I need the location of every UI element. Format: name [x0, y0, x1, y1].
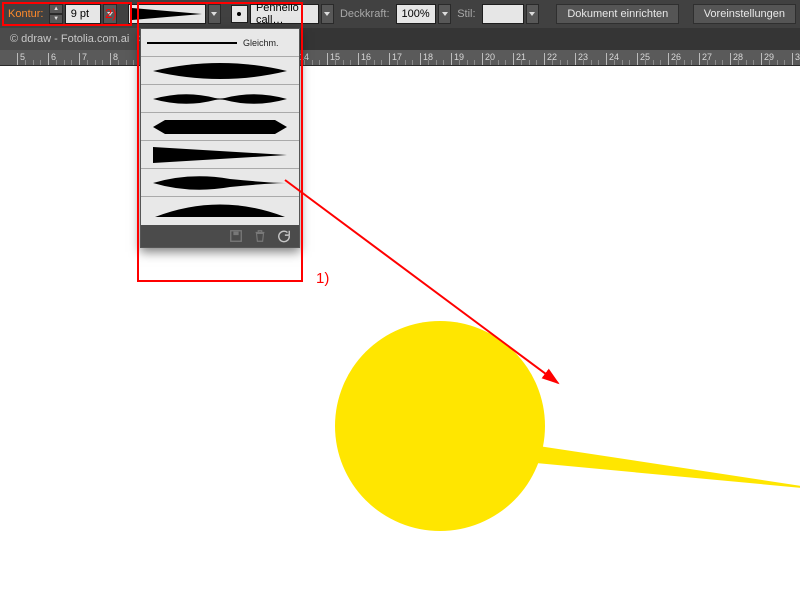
- brush-name-dropdown[interactable]: [321, 4, 334, 24]
- brush-panel-footer: [141, 225, 299, 247]
- canvas[interactable]: [0, 66, 800, 600]
- save-icon[interactable]: [229, 229, 243, 243]
- stroke-size-field[interactable]: 9 pt: [65, 4, 102, 24]
- brush-profile-panel: Gleichm.: [140, 28, 300, 248]
- ruler-tick: 17: [389, 53, 390, 65]
- brush-option-wedge[interactable]: [141, 141, 299, 169]
- brush-option-bowtie[interactable]: [141, 85, 299, 113]
- ruler-tick: 27: [699, 53, 700, 65]
- opacity-dropdown[interactable]: [438, 4, 451, 24]
- brush-option-uniform[interactable]: Gleichm.: [141, 29, 299, 57]
- ruler-tick: 20: [482, 53, 483, 65]
- document-tab[interactable]: © ddraw - Fotolia.com.ai ✕: [0, 28, 157, 50]
- ruler-tick: 8: [110, 53, 111, 65]
- brush-dropdown[interactable]: [208, 4, 221, 24]
- ruler-tick: 23: [575, 53, 576, 65]
- brush-option-halfmoon[interactable]: [141, 197, 299, 225]
- ruler-tick: 6: [48, 53, 49, 65]
- style-field[interactable]: [482, 4, 524, 24]
- brush-preview[interactable]: [128, 4, 206, 24]
- options-toolbar: Kontur: ▲▼ 9 pt Pennello call… Deckkraft…: [0, 0, 800, 28]
- brush-option-lens[interactable]: [141, 57, 299, 85]
- ruler-tick: 18: [420, 53, 421, 65]
- ruler-tick: 25: [637, 53, 638, 65]
- style-dropdown[interactable]: [526, 4, 539, 24]
- ruler-tick: 5: [17, 53, 18, 65]
- brush-option-hex[interactable]: [141, 113, 299, 141]
- brush-name-field[interactable]: Pennello call…: [250, 4, 319, 24]
- document-setup-button[interactable]: Dokument einrichten: [556, 4, 679, 24]
- trash-icon[interactable]: [253, 229, 267, 243]
- ruler-tick: 30: [792, 53, 793, 65]
- document-tabbar: © ddraw - Fotolia.com.ai ✕: [0, 28, 800, 50]
- stroke-stepper[interactable]: ▲▼: [49, 4, 62, 24]
- horizontal-ruler: 5678910111213141516171819202122232425262…: [0, 50, 800, 66]
- opacity-label: Deckkraft:: [336, 8, 394, 20]
- artwork-circle[interactable]: [335, 321, 545, 531]
- reset-icon[interactable]: [277, 229, 291, 243]
- ruler-tick: 24: [606, 53, 607, 65]
- brush-option-teardrop[interactable]: [141, 169, 299, 197]
- style-label: Stil:: [453, 8, 479, 20]
- tab-title: © ddraw - Fotolia.com.ai: [10, 33, 129, 45]
- stroke-dropdown[interactable]: [103, 4, 116, 24]
- kontur-label: Kontur:: [4, 8, 47, 20]
- ruler-tick: 16: [358, 53, 359, 65]
- stroke-profile-swatch[interactable]: [231, 5, 248, 23]
- brush-option-label: Gleichm.: [243, 38, 279, 48]
- ruler-tick: 29: [761, 53, 762, 65]
- ruler-tick: 15: [327, 53, 328, 65]
- preferences-button[interactable]: Voreinstellungen: [693, 4, 796, 24]
- ruler-tick: 19: [451, 53, 452, 65]
- ruler-tick: 26: [668, 53, 669, 65]
- ruler-tick: 22: [544, 53, 545, 65]
- ruler-tick: 21: [513, 53, 514, 65]
- ruler-tick: 7: [79, 53, 80, 65]
- artwork-ray[interactable]: [523, 438, 800, 503]
- opacity-field[interactable]: 100%: [396, 4, 436, 24]
- ruler-tick: 28: [730, 53, 731, 65]
